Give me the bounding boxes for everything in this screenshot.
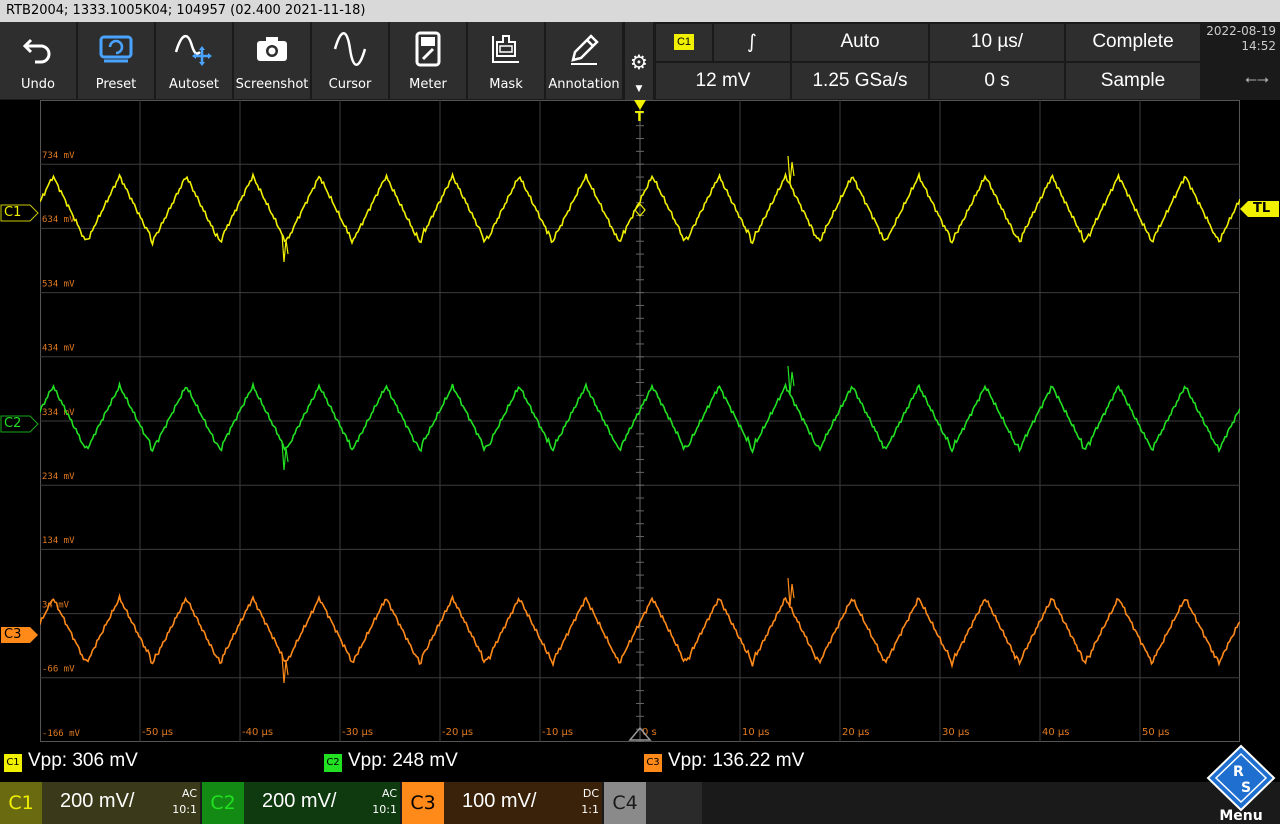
meter-button[interactable]: Meter bbox=[390, 22, 466, 99]
channel-3-tag: C3 bbox=[402, 782, 444, 824]
svg-text:R: R bbox=[1233, 764, 1244, 780]
acquisition-state[interactable]: Complete bbox=[1066, 24, 1200, 61]
undo-icon bbox=[0, 30, 76, 68]
meas-c1-vpp[interactable]: Vpp: 306 mV bbox=[28, 750, 138, 772]
channel-2-tag: C2 bbox=[202, 782, 244, 824]
meter-icon bbox=[390, 30, 466, 68]
preset-button[interactable]: Preset bbox=[78, 22, 154, 99]
acquisition-mode[interactable]: Sample bbox=[1066, 63, 1200, 99]
channel-2-coupling-mode: AC bbox=[381, 787, 397, 800]
channel-1-coupling-mode: AC bbox=[181, 787, 197, 800]
autoset-label: Autoset bbox=[168, 77, 220, 92]
usb-icon: ⭠⭢ bbox=[1244, 70, 1269, 88]
channel-1-marker-label: C1 bbox=[4, 205, 22, 220]
trigger-position-marker[interactable]: T bbox=[632, 100, 648, 128]
mask-label: Mask bbox=[489, 77, 523, 92]
window-title: RTB2004; 1333.1005K04; 104957 (02.400 20… bbox=[0, 0, 1280, 22]
channel-4-tag: C4 bbox=[604, 782, 646, 824]
channel-2-marker-label: C2 bbox=[4, 416, 22, 431]
channel-1-tag: C1 bbox=[0, 782, 42, 824]
preset-label: Preset bbox=[95, 77, 137, 92]
channel-1-offset-marker[interactable]: C1 bbox=[0, 204, 40, 222]
trigger-source-box[interactable]: C1 bbox=[656, 24, 712, 61]
channel-1-scale: 200 mV/ bbox=[60, 790, 135, 812]
channel-3-scale: 100 mV/ bbox=[462, 790, 537, 812]
meas-c3-badge: C3 bbox=[644, 754, 662, 772]
meas-c3-vpp[interactable]: Vpp: 136.22 mV bbox=[668, 750, 804, 772]
trigger-level[interactable]: 12 mV bbox=[656, 63, 790, 99]
screenshot-label: Screenshot bbox=[235, 77, 309, 92]
settings-button[interactable]: ⚙ ▼ bbox=[625, 22, 653, 100]
cursor-icon bbox=[312, 30, 388, 68]
menu-label: Menu bbox=[1219, 808, 1263, 824]
chevron-down-icon: ▼ bbox=[635, 84, 643, 94]
channel-3-settings[interactable]: C3 100 mV/ DC 1:1 bbox=[402, 782, 602, 824]
undo-button[interactable]: Undo bbox=[0, 22, 76, 99]
glitch-spike bbox=[787, 155, 795, 185]
meas-c2-badge: C2 bbox=[324, 754, 342, 772]
time-text: 14:52 bbox=[1241, 39, 1276, 53]
channel-3-coupling-mode: DC bbox=[582, 787, 599, 800]
screenshot-button[interactable]: Screenshot bbox=[234, 22, 310, 99]
glitch-spike bbox=[787, 365, 795, 395]
channel-3-probe: 1:1 bbox=[581, 803, 599, 816]
trigger-level-marker[interactable]: TL bbox=[1240, 200, 1280, 218]
timebase[interactable]: 10 µs/ bbox=[930, 24, 1064, 61]
channel-1-probe: 10:1 bbox=[172, 803, 197, 816]
meas-c2-vpp[interactable]: Vpp: 248 mV bbox=[348, 750, 458, 772]
trigger-marker-label: T bbox=[635, 110, 644, 125]
trigger-level-tag: TL bbox=[1253, 201, 1271, 216]
autoset-icon bbox=[156, 30, 232, 68]
channel-2-scale: 200 mV/ bbox=[262, 790, 337, 812]
datetime: 2022-08-19 14:52 bbox=[1204, 24, 1276, 54]
channel-4-settings[interactable]: C4 bbox=[604, 782, 702, 824]
glitch-spike bbox=[787, 577, 795, 607]
sample-rate[interactable]: 1.25 GSa/s bbox=[792, 63, 928, 99]
horizontal-position[interactable]: 0 s bbox=[930, 63, 1064, 99]
waveform-display[interactable]: 734 mV 634 mV 534 mV 434 mV 334 mV 234 mV 134 … bbox=[40, 100, 1240, 742]
channel-2-probe: 10:1 bbox=[372, 803, 397, 816]
channel-1-trace bbox=[40, 171, 1240, 247]
meas-c1-badge: C1 bbox=[4, 754, 22, 772]
annotation-label: Annotation bbox=[548, 77, 620, 92]
channel-2-coupling: AC 10:1 bbox=[372, 786, 397, 818]
undo-label: Undo bbox=[21, 77, 55, 92]
channel-1-coupling: AC 10:1 bbox=[172, 786, 197, 818]
annotation-button[interactable]: Annotation bbox=[546, 22, 622, 99]
channel-3-offset-marker[interactable]: C3 bbox=[0, 626, 40, 644]
pencil-icon bbox=[546, 30, 622, 68]
meter-label: Meter bbox=[409, 77, 447, 92]
menu-button[interactable]: R S Menu bbox=[1202, 742, 1280, 824]
trigger-source-badge: C1 bbox=[673, 33, 695, 50]
trigger-slope-box[interactable]: ∫ bbox=[714, 24, 790, 61]
autoset-button[interactable]: Autoset bbox=[156, 22, 232, 99]
mask-icon bbox=[468, 30, 544, 68]
waveforms bbox=[40, 155, 1240, 684]
channel-2-settings[interactable]: C2 200 mV/ AC 10:1 bbox=[202, 782, 400, 824]
rising-edge-icon: ∫ bbox=[747, 31, 757, 53]
mask-button[interactable]: Mask bbox=[468, 22, 544, 99]
channel-bar: C1 200 mV/ AC 10:1 C2 200 mV/ AC 10:1 C3 1… bbox=[0, 744, 1280, 824]
svg-text:S: S bbox=[1241, 780, 1251, 796]
gear-icon: ⚙ bbox=[630, 50, 648, 74]
measurement-bar: C1 Vpp: 306 mV C2 Vpp: 248 mV C3 Vpp: 13… bbox=[0, 744, 1280, 782]
channel-3-coupling: DC 1:1 bbox=[581, 786, 599, 818]
channel-2-trace bbox=[40, 380, 1240, 455]
date-text: 2022-08-19 bbox=[1206, 24, 1276, 38]
channel-3-marker-label: C3 bbox=[4, 627, 22, 642]
cursor-button[interactable]: Cursor bbox=[312, 22, 388, 99]
cursor-label: Cursor bbox=[328, 77, 372, 92]
preset-icon bbox=[78, 30, 154, 68]
rs-logo-icon: R S bbox=[1206, 744, 1276, 812]
channel-1-settings[interactable]: C1 200 mV/ AC 10:1 bbox=[0, 782, 200, 824]
camera-icon bbox=[234, 30, 310, 68]
trigger-mode[interactable]: Auto bbox=[792, 24, 928, 61]
channel-3-trace bbox=[40, 592, 1240, 669]
channel-2-offset-marker[interactable]: C2 bbox=[0, 415, 40, 433]
